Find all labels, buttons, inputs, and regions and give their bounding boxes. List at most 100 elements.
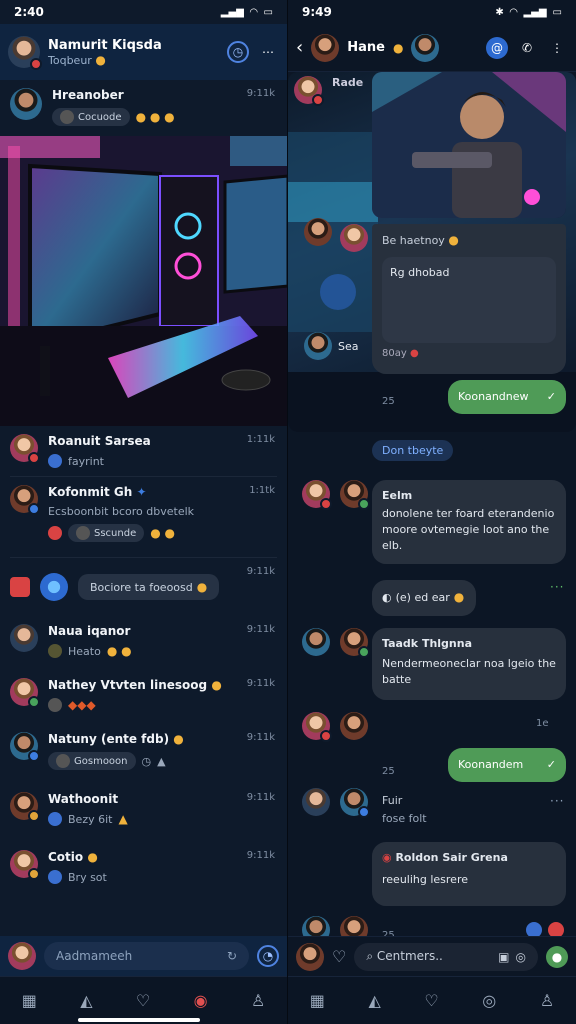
message-text: Be haetnoy ● bbox=[382, 233, 459, 247]
message-text: (e) ed ear bbox=[395, 591, 450, 605]
sticker-icon[interactable]: ♡ bbox=[332, 947, 346, 966]
avatar bbox=[340, 224, 368, 252]
list-item[interactable]: Kofonmit Gh ✦ Ecsboonbit bcoro dbvetelk … bbox=[0, 477, 287, 557]
avatar bbox=[340, 788, 370, 818]
chat-time: 9:11k bbox=[246, 792, 275, 803]
avatar bbox=[304, 218, 332, 246]
status-bar: 2:40 ▂▄▆ ◠ ▭ bbox=[0, 0, 287, 24]
gif-icon[interactable]: ▣ bbox=[498, 950, 509, 964]
chat-time: 9:11k bbox=[246, 732, 275, 743]
search-input[interactable]: Aadmameeh ↻ bbox=[44, 942, 249, 970]
chat-name: Wathoonit bbox=[48, 792, 119, 806]
contact-avatar[interactable] bbox=[311, 33, 340, 62]
avatar bbox=[10, 485, 40, 515]
chat-name: Cotio ● bbox=[48, 850, 98, 864]
list-item[interactable]: Naua iqanor Heato ● ● 9:11k bbox=[0, 616, 287, 670]
more-icon[interactable]: ··· bbox=[550, 794, 564, 808]
chat-row-first[interactable]: Hreanober Cocuode ● ● ● 9:11k bbox=[0, 80, 287, 136]
more-options-icon[interactable]: ⋯ bbox=[257, 41, 279, 63]
contact-avatar-2[interactable] bbox=[411, 33, 440, 62]
chat-list: Roanuit Sarsea fayrint 1:11k Kofonmit Gh… bbox=[0, 426, 287, 898]
camera-icon[interactable]: ◎ bbox=[516, 950, 526, 964]
list-item[interactable]: Roanuit Sarsea fayrint 1:11k bbox=[0, 426, 287, 476]
bottom-nav: ▦ ◭ ♡ ◎ ♙ bbox=[288, 976, 576, 1024]
mic-icon[interactable]: ● bbox=[546, 945, 568, 968]
record-icon bbox=[10, 577, 30, 597]
message-text: Koonandnew bbox=[458, 390, 529, 404]
battery-icon: ▭ bbox=[552, 6, 562, 18]
check-icon: ✓ bbox=[546, 758, 556, 772]
avatar bbox=[10, 88, 42, 120]
emoji-icon: ● bbox=[392, 40, 404, 55]
message-footer: 80ay ● bbox=[382, 348, 419, 360]
calendar-icon[interactable]: ▦ bbox=[22, 991, 37, 1010]
message-bubble: ◐ (e) ed ear ● bbox=[372, 580, 476, 616]
profile-icon[interactable]: ♙ bbox=[540, 991, 554, 1010]
game-icon[interactable]: ◉ bbox=[194, 991, 208, 1010]
message-card: Eelm donolene ter foard eterandenio moor… bbox=[372, 480, 566, 564]
status-badge: Gosmooon bbox=[48, 752, 136, 770]
calendar-icon[interactable]: ▦ bbox=[310, 991, 325, 1010]
status-badge: Sscunde bbox=[68, 524, 145, 542]
more-options-icon[interactable]: ⋮ bbox=[546, 37, 568, 59]
clock-icon[interactable]: ◷ bbox=[227, 41, 249, 63]
chat-name: Naua iqanor bbox=[48, 624, 131, 638]
chat-snippet: Bry sot bbox=[68, 870, 107, 884]
status-icons: ▂▄▆ ◠ ▭ bbox=[221, 7, 273, 18]
list-item[interactable]: Sea bbox=[304, 332, 359, 360]
list-item[interactable]: Cotio ● Bry sot 9:11k bbox=[0, 842, 287, 898]
header-title: Namurit Kiqsda bbox=[48, 37, 162, 53]
conversation-pane: 9:49 ✱ ◠ ▂▄▆ ▭ ‹ Hane ● @ ✆ ⋮ Rade Sea B… bbox=[288, 0, 576, 1024]
back-icon[interactable]: ‹ bbox=[296, 37, 303, 58]
list-item[interactable]: Rade bbox=[288, 72, 378, 108]
emoji-icon: ● ● bbox=[150, 526, 175, 540]
check-icon: ✓ bbox=[546, 390, 556, 404]
card-title: Eelm bbox=[382, 489, 413, 502]
message-text: Rg dhobad bbox=[390, 266, 450, 280]
check-circle-icon[interactable]: ◎ bbox=[482, 991, 496, 1010]
cake-icon: ▲ bbox=[157, 754, 166, 768]
list-item[interactable]: Nathey Vtvten linesoog ● ◆◆◆ 9:11k bbox=[0, 670, 287, 724]
message-time: 25 bbox=[382, 396, 395, 407]
avatar bbox=[302, 788, 330, 816]
refresh-icon[interactable]: ↻ bbox=[227, 949, 237, 963]
heart-icon[interactable]: ♡ bbox=[136, 991, 150, 1010]
compose-icon[interactable]: ◔ bbox=[257, 945, 279, 967]
stats-icon[interactable]: ◭ bbox=[80, 991, 92, 1010]
chat-time: 1:11k bbox=[246, 434, 275, 445]
my-avatar[interactable] bbox=[8, 942, 36, 970]
chat-snippet: Ecsboonbit bcoro dbvetelk bbox=[48, 505, 195, 518]
clock-icon: ◷ bbox=[141, 754, 152, 768]
heart-icon[interactable]: ♡ bbox=[424, 991, 438, 1010]
status-icons: ✱ ◠ ▂▄▆ ▭ bbox=[495, 7, 562, 18]
my-avatar[interactable] bbox=[296, 942, 324, 971]
list-item[interactable]: Bociore ta foeoosd ● 9:11k bbox=[0, 558, 287, 616]
emoji-icon: ● ● bbox=[106, 644, 132, 658]
at-icon[interactable]: @ bbox=[486, 36, 508, 59]
character-image-message[interactable] bbox=[372, 72, 566, 218]
stats-icon[interactable]: ◭ bbox=[368, 991, 380, 1010]
chat-snippet: Heato bbox=[68, 644, 101, 658]
gaming-setup-image[interactable] bbox=[0, 136, 287, 426]
chat-time: 9:11k bbox=[246, 88, 275, 99]
avatar bbox=[340, 480, 370, 510]
call-icon[interactable]: ✆ bbox=[516, 37, 538, 59]
avatar bbox=[294, 76, 324, 106]
user-icon bbox=[48, 870, 62, 884]
list-item[interactable]: Wathoonit Bezy 6it ▲ 9:11k bbox=[0, 784, 287, 842]
card-text: donolene ter foard eterandenio moore ovt… bbox=[382, 506, 555, 552]
header-subtitle: Toqbeur ● bbox=[48, 52, 106, 67]
profile-avatar[interactable] bbox=[8, 36, 42, 70]
chat-snippet: fayrint bbox=[68, 454, 104, 468]
message-input[interactable]: ⌕ Centmers.. ▣ ◎ bbox=[354, 942, 538, 971]
chat-time: 9:11k bbox=[246, 624, 275, 635]
chat-time: 1:1tk bbox=[249, 485, 275, 496]
chat-name: Nathey Vtvten linesoog ● bbox=[48, 678, 222, 692]
list-item[interactable]: Natuny (ente fdb) ● Gosmooon ◷ ▲ 9:11k bbox=[0, 724, 287, 784]
search-icon: ⌕ bbox=[366, 949, 374, 963]
item-text: Sea bbox=[338, 339, 359, 353]
status-badge: Cocuode bbox=[52, 108, 130, 126]
profile-icon[interactable]: ♙ bbox=[251, 991, 265, 1010]
more-icon[interactable]: ··· bbox=[550, 580, 564, 594]
message-time: 1e bbox=[536, 718, 549, 729]
